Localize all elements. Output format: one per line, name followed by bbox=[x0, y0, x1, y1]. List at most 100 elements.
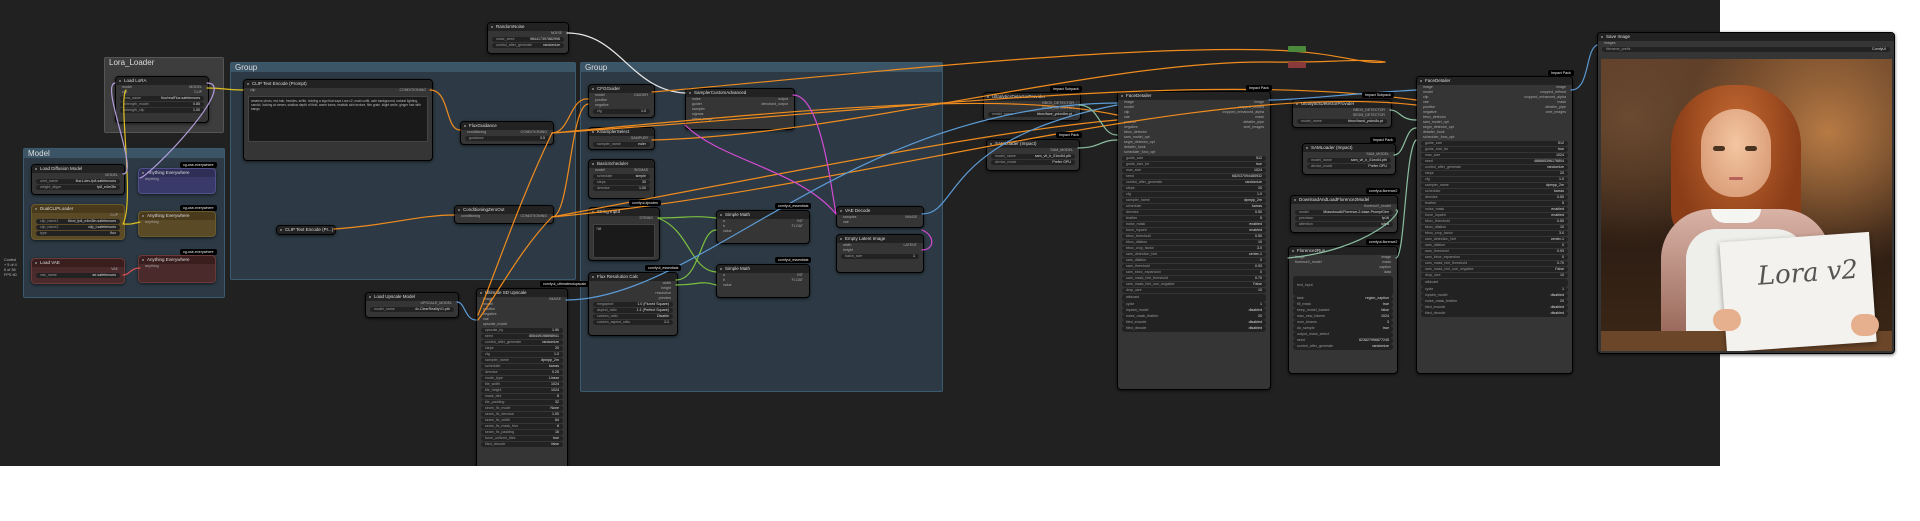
widget-steps[interactable]: steps 20 bbox=[1122, 185, 1266, 191]
widget-strength-model[interactable]: strength_model 0.85 bbox=[120, 101, 204, 107]
widget-bbox-dilation[interactable]: bbox_dilation 10 bbox=[1421, 224, 1568, 230]
widget-force-uniform-tiles[interactable]: force_uniform_tiles true bbox=[481, 435, 563, 441]
node-sampler-custom-advanced[interactable]: SamplerCustomAdvanced noise output guider… bbox=[685, 88, 795, 130]
widget-tiled-decode[interactable]: tiled_decode false bbox=[481, 441, 563, 447]
widget-inpaint-model[interactable]: inpaint_model disabled bbox=[1421, 293, 1568, 299]
widget-control-after-generate[interactable]: control_after_generate randomize bbox=[1122, 179, 1266, 185]
widget-control-after-generate[interactable]: control_after_generate randomize bbox=[1421, 164, 1568, 170]
widget-aspect-ratio[interactable]: aspect_ratio 1:1 (Perfect Square) bbox=[593, 307, 673, 313]
node-sam-loader[interactable]: SAMLoader (Impact) SAM_MODEL model_name s… bbox=[1302, 143, 1396, 175]
node-cfg-guider[interactable]: CFGGuider model GUIDER positive negative … bbox=[588, 84, 655, 118]
widget-sam-detection-hint[interactable]: sam_detection_hint center-1 bbox=[1421, 236, 1568, 242]
widget-max-size[interactable]: max_size 1024 bbox=[1122, 167, 1266, 173]
widget-filename-prefix[interactable]: filename_prefix ComfyUI bbox=[1602, 46, 1890, 52]
node-load-lora[interactable]: Load LoRA model MODEL clip CLIP lora_name f… bbox=[115, 76, 209, 123]
widget-scheduler[interactable]: scheduler karras bbox=[1421, 188, 1568, 194]
widget-cycle[interactable]: cycle 1 bbox=[1122, 302, 1266, 308]
widget-output-mask-select[interactable]: output_mask_select bbox=[1293, 332, 1393, 338]
widget-guide-size[interactable]: guide_size 512 bbox=[1421, 140, 1568, 146]
widget-tile-padding[interactable]: tile_padding 32 bbox=[481, 399, 563, 405]
widget-mask-blur[interactable]: mask_blur 8 bbox=[481, 393, 563, 399]
widget-tiled-encode[interactable]: tiled_encode disabled bbox=[1421, 305, 1568, 311]
widget-feather[interactable]: feather 5 bbox=[1122, 215, 1266, 221]
node-dual-clip-loader[interactable]: DualCLIPLoader CLIP clip_name1 t5xxl_fp8_… bbox=[31, 204, 125, 240]
widget-num-beams[interactable]: num_beams 3 bbox=[1293, 320, 1393, 326]
string-textarea[interactable]: 768 bbox=[593, 224, 655, 258]
widget-device-mode[interactable]: device_mode Prefer GPU bbox=[1307, 163, 1391, 169]
widget-batch-size[interactable]: batch_size 1 bbox=[841, 253, 919, 259]
widget-sam-threshold[interactable]: sam_threshold 0.93 bbox=[1122, 263, 1266, 269]
widget-guide-size[interactable]: guide_size 512 bbox=[1122, 155, 1266, 161]
node-ultimate-sd-upscale[interactable]: Ultimate SD Upscale image IMAGE model pos… bbox=[476, 288, 568, 466]
widget-mode-type[interactable]: mode_type Linear bbox=[481, 375, 563, 381]
node-conditioning-zero-out[interactable]: ConditioningZeroOut conditioning CONDITIO… bbox=[454, 205, 554, 224]
widget-noise-seed[interactable]: noise_seed 984417397882996 bbox=[492, 36, 564, 42]
widget-sam-threshold[interactable]: sam_threshold 0.93 bbox=[1421, 248, 1568, 254]
widget-sam-bbox-expansion[interactable]: sam_bbox_expansion 0 bbox=[1122, 269, 1266, 275]
node-load-upscale-model[interactable]: Load Upscale Model UPSCALE_MODEL model_n… bbox=[365, 292, 459, 318]
widget-seed[interactable]: seed 682037094485932 bbox=[1122, 173, 1266, 179]
node-clip-text-encode-collapsed[interactable]: CLIP Text Encode (Pr...) bbox=[276, 225, 336, 235]
widget-sam-mask-hint-threshold[interactable]: sam_mask_hint_threshold 0.70 bbox=[1421, 260, 1568, 266]
widget-text-input[interactable]: text_input bbox=[1293, 275, 1393, 296]
widget-seam-fix-padding[interactable]: seam_fix_padding 16 bbox=[481, 429, 563, 435]
node-random-noise[interactable]: RandomNoise NOISE noise_seed 984417397882… bbox=[487, 22, 569, 54]
widget-guide-size-for[interactable]: guide_size_for true bbox=[1421, 146, 1568, 152]
widget-custom-ratio[interactable]: custom_ratio Disable bbox=[593, 313, 673, 319]
widget-cfg[interactable]: cfg 1.0 bbox=[481, 351, 563, 357]
widget-sam-mask-hint-threshold[interactable]: sam_mask_hint_threshold 0.70 bbox=[1122, 275, 1266, 281]
widget-noise-mask[interactable]: noise_mask enabled bbox=[1122, 221, 1266, 227]
widget-device-mode[interactable]: device_mode Prefer GPU bbox=[991, 159, 1075, 165]
widget-noise-mask-feather[interactable]: noise_mask_feather 20 bbox=[1122, 314, 1266, 320]
widget-tile-height[interactable]: tile_height 1024 bbox=[481, 387, 563, 393]
widget-model-name[interactable]: model_name bbox/hand_yolov8s.pt bbox=[1297, 118, 1387, 124]
widget-weight-dtype[interactable]: weight_dtype fp8_e4m3fn bbox=[36, 184, 120, 190]
widget-sampler-name[interactable]: sampler_name dpmpp_2m bbox=[1421, 182, 1568, 188]
widget-type[interactable]: type flux bbox=[36, 230, 120, 236]
widget-steps[interactable]: steps 20 bbox=[1421, 170, 1568, 176]
widget-seam-fix-width[interactable]: seam_fix_width 64 bbox=[481, 417, 563, 423]
widget-clip-name1[interactable]: clip_name1 t5xxl_fp8_e4m3fn.safetensors bbox=[36, 218, 120, 224]
widget-cycle[interactable]: cycle 1 bbox=[1421, 287, 1568, 293]
widget-feather[interactable]: feather 5 bbox=[1421, 200, 1568, 206]
widget-guide-size-for[interactable]: guide_size_for true bbox=[1122, 161, 1266, 167]
widget-bbox-threshold[interactable]: bbox_threshold 0.50 bbox=[1122, 233, 1266, 239]
widget-cfg[interactable]: cfg 1.0 bbox=[1122, 191, 1266, 197]
node-simple-math[interactable]: Simple Math a INT b FLOAT value bbox=[716, 264, 810, 298]
node-clip-text-encode[interactable]: CLIP Text Encode (Prompt) clip CONDITIONI… bbox=[243, 79, 433, 161]
widget-seed[interactable]: seed 823827996877245 bbox=[1293, 338, 1393, 344]
widget-sam-mask-hint-use-negative[interactable]: sam_mask_hint_use_negative False bbox=[1421, 266, 1568, 272]
widget-model[interactable]: model MiaoshouAI/Florence-2-base-PromptGe… bbox=[1295, 209, 1393, 215]
prompt-textarea[interactable]: amateur photo, red-hair, freckles, selfi… bbox=[248, 96, 428, 142]
widget-vae-name[interactable]: vae_name ae.safetensors bbox=[36, 272, 120, 278]
widget-seed[interactable]: seed 855449198698941 bbox=[481, 333, 563, 339]
widget-seam-fix-denoise[interactable]: seam_fix_denoise 1.00 bbox=[481, 411, 563, 417]
node-face-detailer[interactable]: FaceDetailer image image model cropped_refi… bbox=[1117, 91, 1271, 390]
widget-upscale-by[interactable]: upscale_by 1.50 bbox=[481, 327, 563, 333]
widget-noise-mask[interactable]: noise_mask enabled bbox=[1421, 206, 1568, 212]
widget-tile-width[interactable]: tile_width 1024 bbox=[481, 381, 563, 387]
node-flux-guidance[interactable]: FluxGuidance conditioning CONDITIONING gu… bbox=[460, 121, 554, 145]
widget-cfg[interactable]: cfg 1.0 bbox=[1421, 176, 1568, 182]
widget-attention[interactable]: attention sdpa bbox=[1295, 221, 1393, 227]
widget-inpaint-model[interactable]: inpaint_model disabled bbox=[1122, 308, 1266, 314]
widget-noise-mask-feather[interactable]: noise_mask_feather 20 bbox=[1421, 299, 1568, 305]
widget-lora-name[interactable]: lora_name flux/realFlux.safetensors bbox=[120, 95, 204, 101]
widget-bbox-dilation[interactable]: bbox_dilation 10 bbox=[1122, 239, 1266, 245]
widget-custom-aspect-ratio[interactable]: custom_aspect_ratio 1:1 bbox=[593, 319, 673, 325]
widget-keep-model-loaded[interactable]: keep_model_loaded false bbox=[1293, 308, 1393, 314]
node-empty-latent-image[interactable]: Empty Latent Image width LATENT height ba… bbox=[836, 234, 924, 273]
widget-model-name[interactable]: model_name 4x-ClearRealityV1.pth bbox=[370, 306, 454, 312]
node-ultralytics-detector-provider[interactable]: UltralyticsDetectorProvider BBOX_DETECTO… bbox=[1292, 99, 1392, 128]
widget-seam-fix-mode[interactable]: seam_fix_mode None bbox=[481, 405, 563, 411]
widget-sam-detection-hint[interactable]: sam_detection_hint center-1 bbox=[1122, 251, 1266, 257]
widget-unet-name[interactable]: unet_name flux1-dev-fp8.safetensors bbox=[36, 178, 120, 184]
widget-sampler-name[interactable]: sampler_name euler bbox=[593, 141, 650, 147]
widget-scheduler[interactable]: scheduler karras bbox=[1122, 203, 1266, 209]
widget-denoise[interactable]: denoise 0.25 bbox=[481, 369, 563, 375]
node-anything-everywhere[interactable]: Anything Everywhere anything bbox=[138, 255, 216, 283]
widget-guidance[interactable]: guidance 3.5 bbox=[465, 135, 549, 141]
widget-clip-name2[interactable]: clip_name2 clip_l.safetensors bbox=[36, 224, 120, 230]
widget-drop-size[interactable]: drop_size 10 bbox=[1421, 272, 1568, 278]
widget-bbox-threshold[interactable]: bbox_threshold 0.50 bbox=[1421, 218, 1568, 224]
